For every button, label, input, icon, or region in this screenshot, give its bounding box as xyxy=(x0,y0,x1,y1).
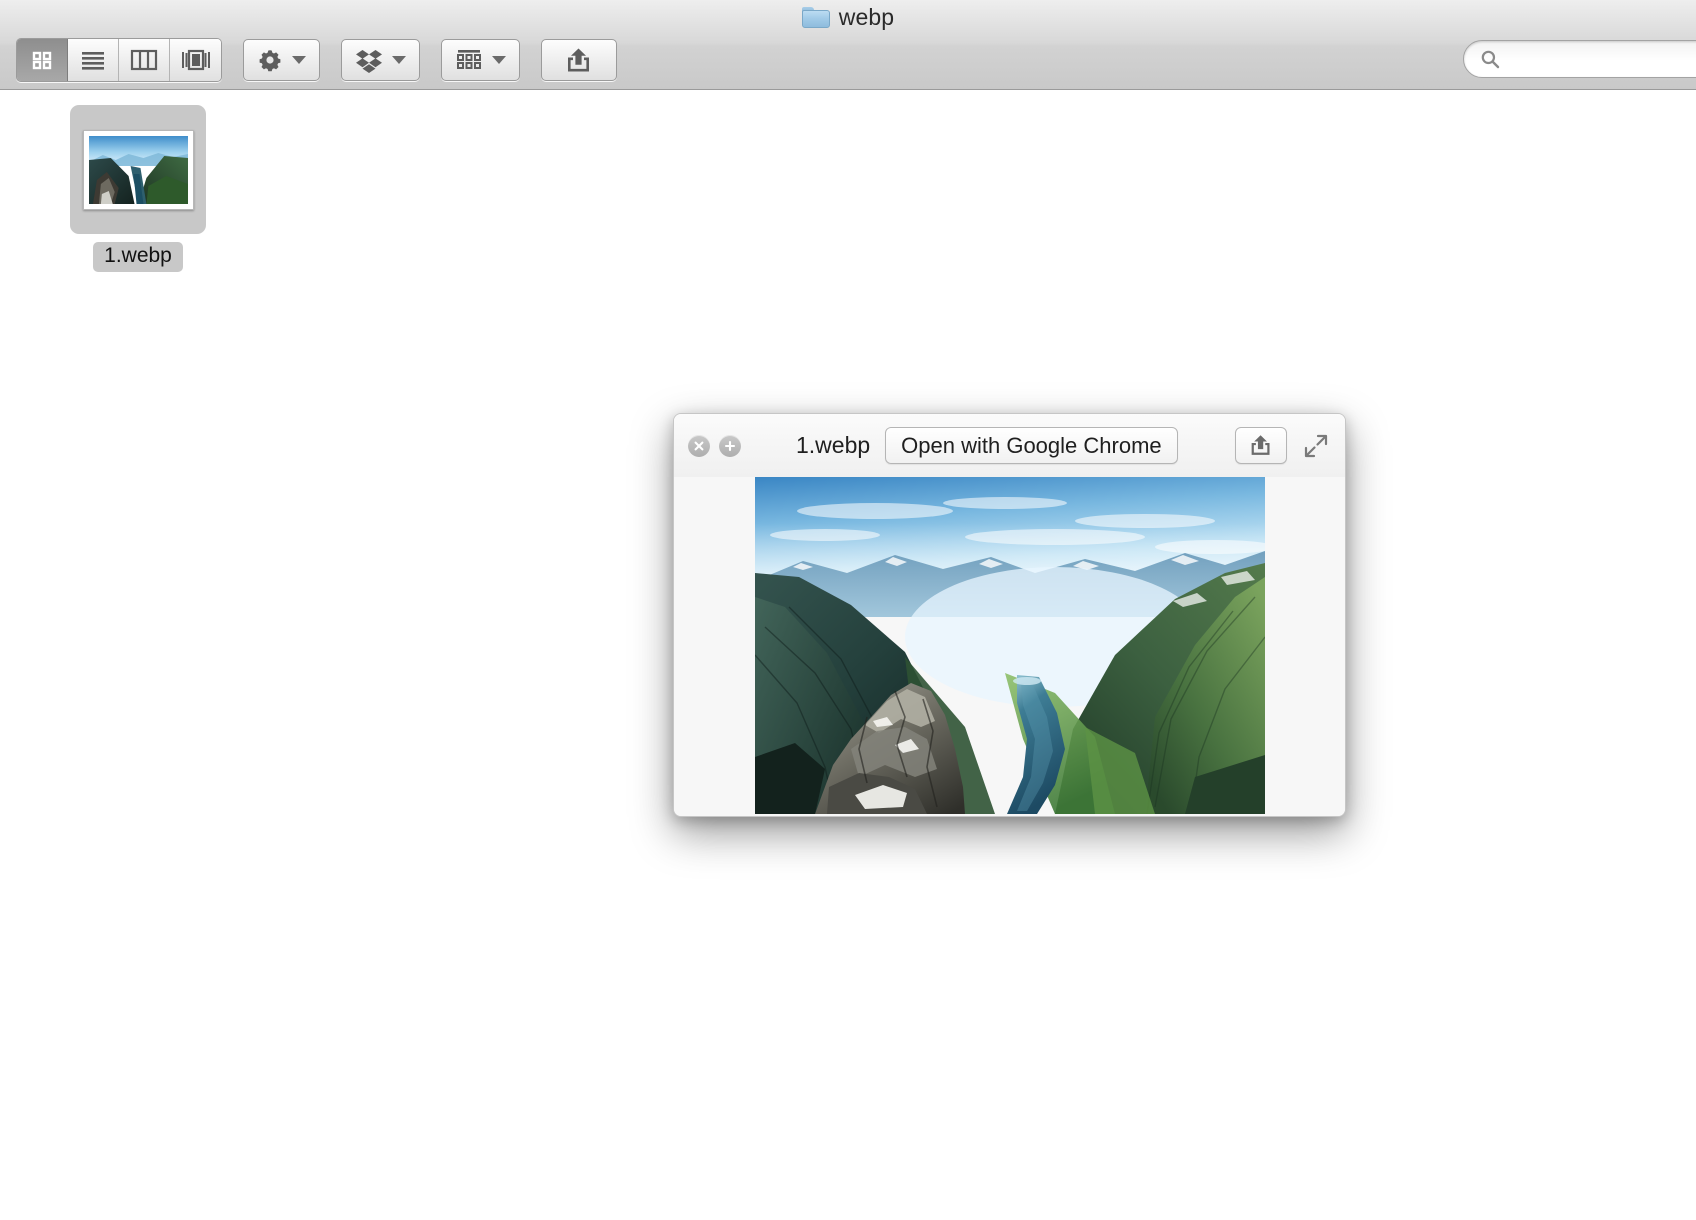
coverflow-view-button[interactable] xyxy=(170,39,221,81)
dropbox-icon xyxy=(355,47,383,73)
add-button[interactable] xyxy=(719,435,741,457)
chevron-down-icon xyxy=(292,56,306,64)
search-icon xyxy=(1480,49,1500,69)
file-icon-selected[interactable] xyxy=(70,105,206,234)
close-icon xyxy=(692,439,706,453)
list-icon xyxy=(80,49,106,71)
grid-icon xyxy=(30,48,54,72)
share-icon xyxy=(564,47,594,74)
expand-arrows-icon xyxy=(1303,433,1329,459)
coverflow-icon xyxy=(181,49,211,71)
arrange-menu-button[interactable] xyxy=(441,39,520,81)
share-icon xyxy=(1248,434,1274,457)
share-button[interactable] xyxy=(541,39,617,81)
chevron-down-icon xyxy=(392,56,406,64)
quick-look-share-button[interactable] xyxy=(1235,427,1287,464)
view-mode-segmented-control[interactable] xyxy=(16,38,222,82)
folder-icon xyxy=(802,7,830,28)
chevron-down-icon xyxy=(492,56,506,64)
fullscreen-button[interactable] xyxy=(1301,431,1331,461)
quick-look-panel: 1.webp Open with Google Chrome xyxy=(673,413,1346,817)
toolbar-buttons xyxy=(16,38,617,82)
open-with-button[interactable]: Open with Google Chrome xyxy=(885,427,1177,464)
fjord-thumbnail-art xyxy=(89,136,188,204)
list-item[interactable]: 1.webp xyxy=(70,105,206,272)
dropbox-menu-button[interactable] xyxy=(341,39,420,81)
list-view-button[interactable] xyxy=(68,39,119,81)
file-thumbnail xyxy=(83,130,194,210)
action-menu-button[interactable] xyxy=(243,39,320,81)
fjord-landscape-art xyxy=(755,477,1265,814)
preview-image xyxy=(755,477,1265,814)
quick-look-actions xyxy=(1235,427,1331,464)
window-toolbar: webp xyxy=(0,0,1696,90)
finder-window: webp xyxy=(0,0,1696,1220)
search-field[interactable] xyxy=(1463,40,1696,78)
icon-view-button[interactable] xyxy=(17,39,68,81)
list-item-label: 1.webp xyxy=(93,242,183,272)
page-title: webp xyxy=(839,4,894,31)
quick-look-header: 1.webp Open with Google Chrome xyxy=(674,414,1345,477)
close-button[interactable] xyxy=(688,435,710,457)
gear-icon xyxy=(257,47,283,73)
quick-look-body xyxy=(674,477,1345,817)
columns-icon xyxy=(130,49,158,71)
arrange-icon xyxy=(455,48,483,72)
quick-look-title: 1.webp xyxy=(796,432,870,459)
window-title-bar: webp xyxy=(0,0,1696,34)
column-view-button[interactable] xyxy=(119,39,170,81)
search-input[interactable] xyxy=(1508,48,1692,70)
plus-icon xyxy=(723,439,737,453)
